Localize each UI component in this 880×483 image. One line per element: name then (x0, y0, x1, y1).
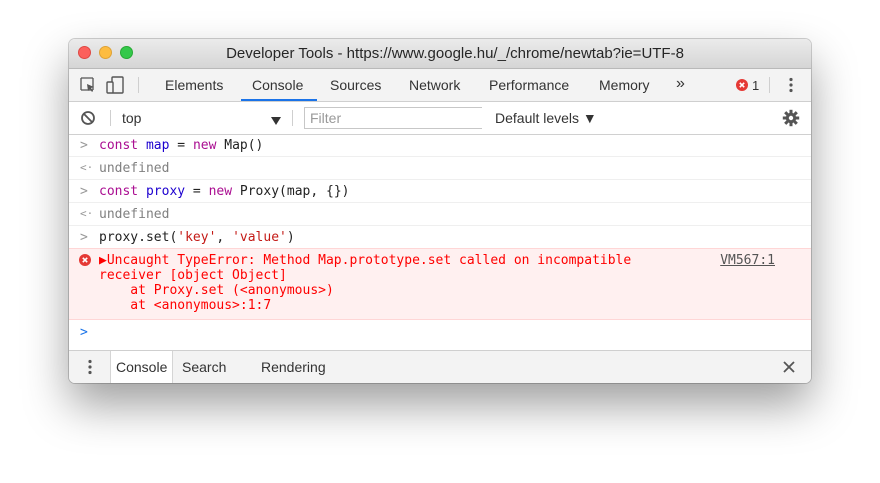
close-icon[interactable] (783, 360, 795, 376)
code-token: Map() (224, 138, 264, 153)
console-code: proxy.set('key', 'value') (99, 230, 295, 245)
console-code: const proxy = new Proxy(map, {}) (99, 184, 349, 199)
error-icon (79, 254, 91, 270)
filter-input[interactable] (305, 108, 485, 128)
code-token: new (192, 138, 225, 153)
input-prompt-icon: > (80, 184, 88, 199)
console-result: undefined (99, 161, 170, 176)
code-token: Proxy(map, {}) (239, 184, 350, 199)
log-levels-dropdown[interactable]: Default levels ▼ (495, 110, 597, 126)
window-title: Developer Tools - https://www.google.hu/… (226, 45, 684, 62)
error-line: ▶Uncaught TypeError: Method Map.prototyp… (99, 253, 632, 268)
tab-console[interactable]: Console (252, 77, 303, 93)
console-result-row: <· undefined (69, 202, 811, 226)
console-toolbar: top Default levels ▼ (69, 102, 811, 135)
title-bar: Developer Tools - https://www.google.hu/… (69, 39, 811, 69)
tab-memory[interactable]: Memory (599, 77, 650, 93)
input-prompt-icon: > (80, 230, 88, 245)
console-error-message[interactable]: ▶Uncaught TypeError: Method Map.prototyp… (69, 248, 811, 320)
console-result-row: <· undefined (69, 156, 811, 180)
toolbar-divider (110, 110, 111, 126)
toolbar-divider (292, 110, 293, 126)
error-line: receiver [object Object] (99, 268, 287, 283)
code-token: const (99, 138, 146, 153)
clear-console-icon[interactable] (80, 110, 96, 129)
error-icon[interactable] (736, 78, 748, 94)
drawer-tab-console[interactable]: Console (110, 351, 174, 383)
device-icon[interactable] (106, 76, 126, 97)
panel-tab-bar: Elements Console Sources Network Perform… (69, 69, 811, 102)
drawer-tab-search[interactable]: Search (182, 359, 226, 375)
inspect-icon[interactable] (79, 76, 97, 97)
context-selector[interactable]: top (122, 110, 141, 126)
toolbar-divider (138, 77, 139, 93)
code-token: ) (286, 230, 295, 245)
console-input-row: > proxy.set('key', 'value') (69, 225, 811, 248)
code-token: 'value' (232, 230, 287, 245)
code-token: const (99, 184, 146, 199)
console-input-row: > const proxy = new Proxy(map, {}) (69, 179, 811, 203)
code-token: proxy (145, 184, 186, 199)
tab-sources[interactable]: Sources (330, 77, 381, 93)
error-source-link[interactable]: VM567:1 (720, 253, 775, 268)
code-token: map (145, 138, 170, 153)
error-stack-line: at Proxy.set (<anonymous>) (99, 283, 334, 298)
console-code: const map = new Map() (99, 138, 263, 153)
kebab-menu-icon[interactable] (788, 77, 794, 96)
tab-elements[interactable]: Elements (165, 77, 223, 93)
result-arrow-icon: <· (80, 207, 94, 220)
console-result: undefined (99, 207, 170, 222)
filter-box (304, 107, 485, 129)
console-input-row: > const map = new Map() (69, 133, 811, 157)
code-token: = (169, 138, 193, 153)
code-token: new (208, 184, 240, 199)
result-arrow-icon: <· (80, 161, 94, 174)
console-output[interactable]: > const map = new Map() <· undefined > c… (69, 133, 811, 350)
error-stack-line: at <anonymous>:1:7 (99, 298, 272, 313)
dropdown-arrow-icon[interactable] (271, 112, 281, 128)
tab-network[interactable]: Network (409, 77, 460, 93)
input-prompt-icon: > (80, 138, 88, 153)
tab-performance[interactable]: Performance (489, 77, 569, 93)
drawer-tab-rendering[interactable]: Rendering (261, 359, 326, 375)
overflow-icon[interactable]: » (676, 75, 685, 93)
code-token: proxy.set( (99, 230, 178, 245)
code-token: = (185, 184, 209, 199)
drawer-tab-bar: Console Search Rendering (69, 350, 811, 383)
code-token: , (216, 230, 233, 245)
drawer-menu-icon[interactable] (87, 359, 93, 378)
error-count[interactable]: 1 (752, 78, 759, 93)
console-prompt-icon[interactable]: > (80, 325, 88, 340)
devtools-window: Developer Tools - https://www.google.hu/… (69, 39, 811, 383)
code-token: 'key' (177, 230, 217, 245)
active-tab-indicator (241, 99, 317, 101)
toolbar-divider (769, 77, 770, 93)
gear-icon[interactable] (782, 109, 800, 130)
